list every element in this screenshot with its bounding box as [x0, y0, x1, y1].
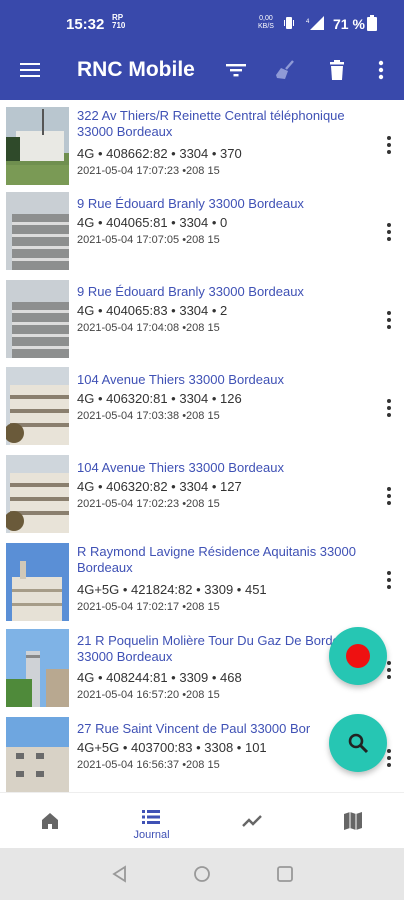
- map-icon: [344, 812, 362, 830]
- entry-date: 2021-05-04 17:02:17 •208 15: [77, 601, 220, 613]
- battery-level: 71 %: [333, 16, 365, 32]
- app-title: RNC Mobile: [77, 58, 195, 81]
- list-item[interactable]: 104 Avenue Thiers 33000 Bordeaux 4G • 40…: [0, 364, 404, 450]
- entry-info: 4G+5G • 421824:82 • 3309 • 451: [77, 582, 267, 597]
- status-time: 15:32: [66, 16, 105, 33]
- site-photo: [6, 629, 69, 707]
- rp-bottom: 710: [112, 21, 126, 30]
- site-photo: [6, 280, 69, 358]
- search-button[interactable]: [329, 714, 387, 772]
- entry-address[interactable]: 104 Avenue Thiers 33000 Bordeaux: [77, 460, 377, 476]
- app-bar: RNC Mobile: [0, 40, 404, 100]
- rp-indicator: RP 710: [112, 14, 125, 30]
- entry-info: 4G • 404065:83 • 3304 • 2: [77, 303, 228, 318]
- entry-address[interactable]: 104 Avenue Thiers 33000 Bordeaux: [77, 372, 377, 388]
- site-photo: [6, 367, 69, 445]
- system-navigation-bar: [0, 848, 404, 900]
- network-speed: 0,00 KB/S: [258, 15, 274, 31]
- entry-info: 4G • 406320:81 • 3304 • 126: [77, 391, 242, 406]
- more-vert-icon[interactable]: [382, 486, 396, 506]
- more-vert-icon[interactable]: [382, 222, 396, 242]
- entry-address[interactable]: 322 Av Thiers/R Reinette Central télépho…: [77, 108, 377, 140]
- nav-stats[interactable]: [202, 793, 303, 849]
- entry-address[interactable]: 9 Rue Édouard Branly 33000 Bordeaux: [77, 284, 377, 300]
- battery-icon: [367, 15, 377, 31]
- filter-icon[interactable]: [222, 56, 250, 84]
- menu-icon[interactable]: [18, 58, 42, 82]
- nav-map[interactable]: [303, 793, 404, 849]
- broom-icon[interactable]: [272, 56, 300, 84]
- site-photo: [6, 455, 69, 533]
- entry-date: 2021-05-04 17:07:05 •208 15: [77, 234, 220, 246]
- nav-journal-label: Journal: [133, 829, 170, 841]
- more-vert-icon[interactable]: [382, 310, 396, 330]
- list-item[interactable]: 9 Rue Édouard Branly 33000 Bordeaux 4G •…: [0, 276, 404, 362]
- entry-info: 4G • 408662:82 • 3304 • 370: [77, 146, 242, 161]
- more-vert-icon[interactable]: [382, 135, 396, 155]
- list-icon: [142, 810, 160, 824]
- delete-icon[interactable]: [323, 56, 351, 84]
- bottom-navigation: Journal: [0, 792, 404, 848]
- chart-line-icon: [242, 815, 262, 827]
- site-photo: [6, 107, 69, 185]
- entry-date: 2021-05-04 16:57:20 •208 15: [77, 689, 220, 701]
- status-bar: 15:32 RP 710 0,00 KB/S 4 71 %: [0, 0, 404, 40]
- list-item[interactable]: R Raymond Lavigne Résidence Aquitanis 33…: [0, 540, 404, 626]
- entry-address[interactable]: 9 Rue Édouard Branly 33000 Bordeaux: [77, 196, 377, 212]
- entry-date: 2021-05-04 16:56:37 •208 15: [77, 759, 220, 771]
- entry-date: 2021-05-04 17:04:08 •208 15: [77, 322, 220, 334]
- entry-date: 2021-05-04 17:07:23 •208 15: [77, 165, 220, 177]
- nav-home[interactable]: [0, 793, 101, 849]
- signal-icon: 4: [306, 16, 324, 30]
- entry-date: 2021-05-04 17:03:38 •208 15: [77, 410, 220, 422]
- svg-text:4: 4: [306, 19, 310, 25]
- back-icon[interactable]: [111, 865, 129, 883]
- net-speed-value: 0,00: [259, 15, 273, 22]
- site-photo: [6, 192, 69, 270]
- more-vert-icon[interactable]: [367, 56, 395, 84]
- entry-date: 2021-05-04 17:02:23 •208 15: [77, 498, 220, 510]
- list-item[interactable]: 322 Av Thiers/R Reinette Central télépho…: [0, 100, 404, 186]
- recents-icon[interactable]: [276, 865, 294, 883]
- nav-journal[interactable]: Journal: [101, 793, 202, 849]
- net-speed-unit: KB/S: [258, 23, 274, 30]
- vibrate-icon: [284, 17, 294, 29]
- journal-list[interactable]: 322 Av Thiers/R Reinette Central télépho…: [0, 100, 404, 792]
- list-item[interactable]: 104 Avenue Thiers 33000 Bordeaux 4G • 40…: [0, 452, 404, 538]
- list-item[interactable]: 9 Rue Édouard Branly 33000 Bordeaux 4G •…: [0, 188, 404, 274]
- search-icon: [348, 733, 369, 754]
- entry-info: 4G • 404065:81 • 3304 • 0: [77, 215, 228, 230]
- home-circle-icon[interactable]: [193, 865, 211, 883]
- entry-address[interactable]: R Raymond Lavigne Résidence Aquitanis 33…: [77, 544, 377, 576]
- record-button[interactable]: [329, 627, 387, 685]
- site-photo: [6, 717, 69, 792]
- site-photo: [6, 543, 69, 621]
- more-vert-icon[interactable]: [382, 570, 396, 590]
- home-icon: [42, 813, 58, 829]
- more-vert-icon[interactable]: [382, 398, 396, 418]
- entry-info: 4G • 408244:81 • 3309 • 468: [77, 670, 242, 685]
- record-icon: [346, 644, 370, 668]
- entry-info: 4G • 406320:82 • 3304 • 127: [77, 479, 242, 494]
